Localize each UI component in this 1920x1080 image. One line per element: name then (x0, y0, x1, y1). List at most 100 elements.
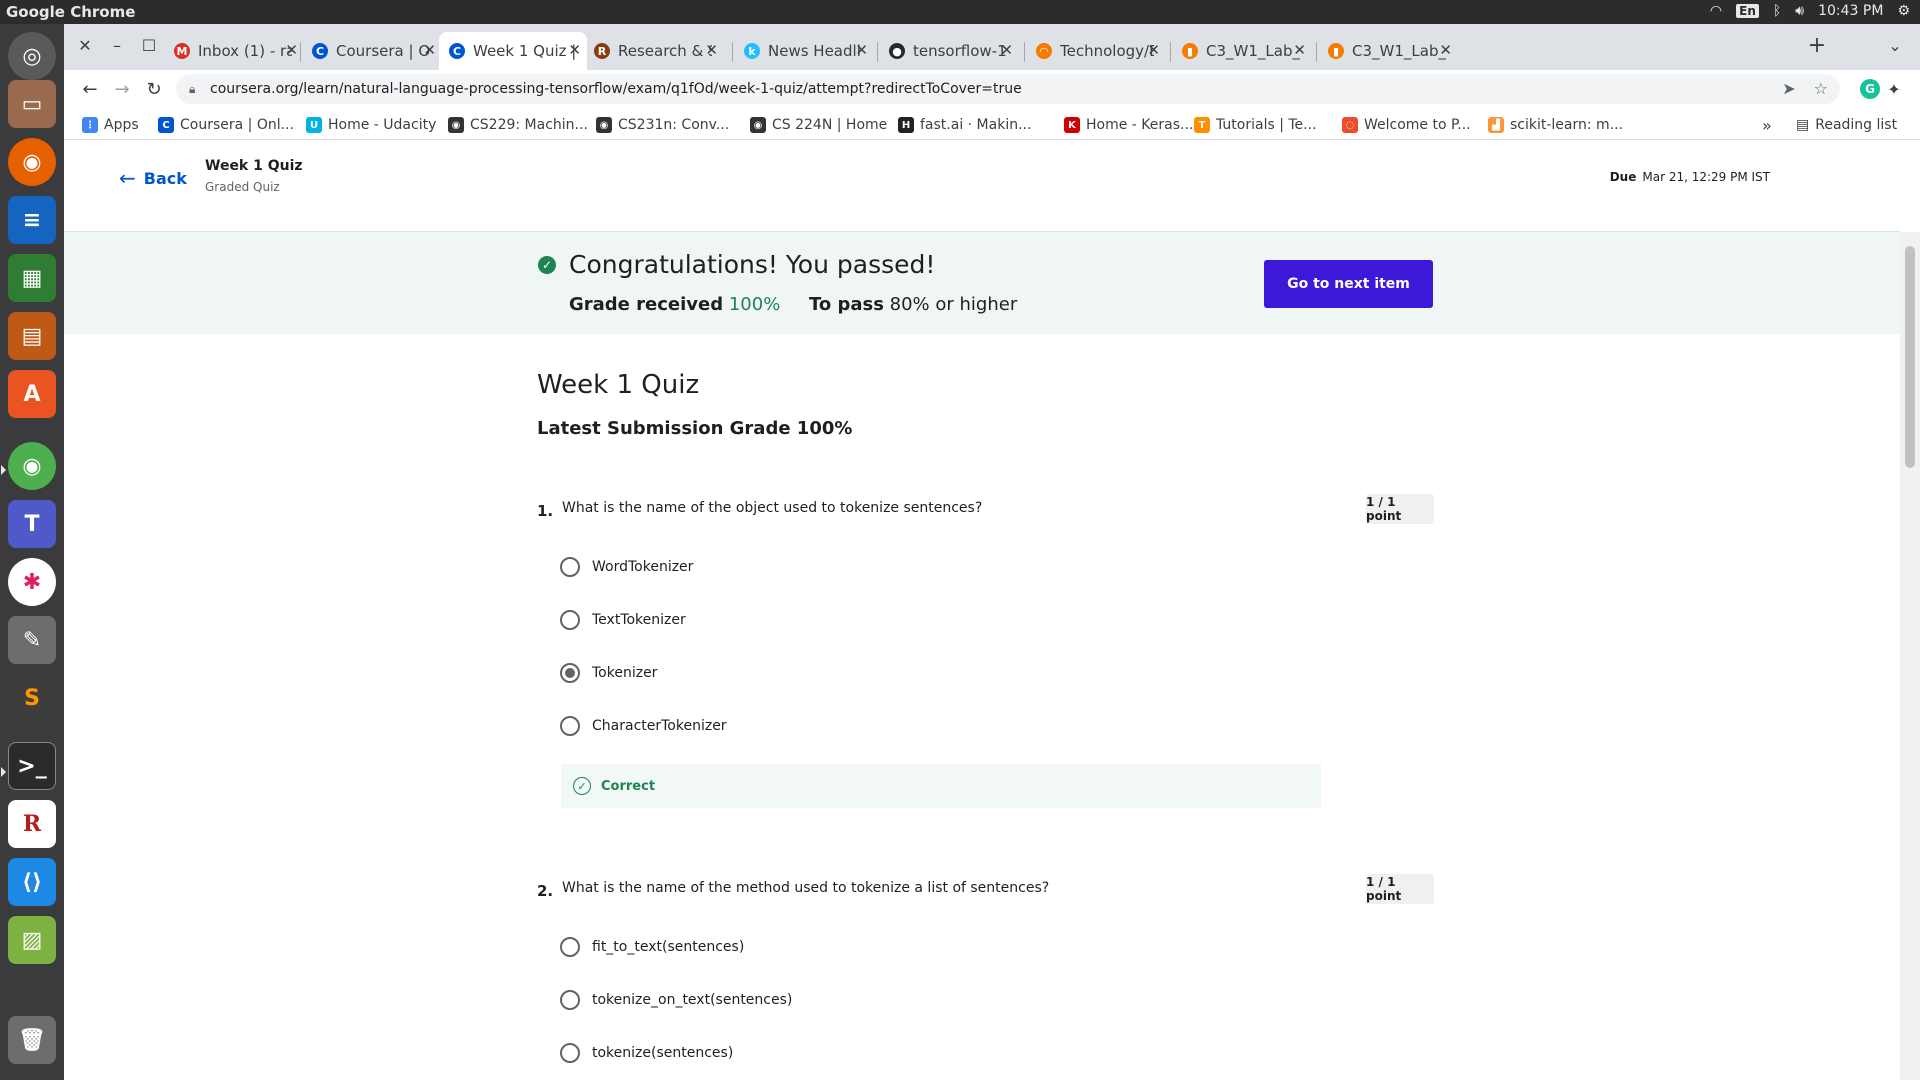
vscode-icon[interactable]: ⟨⟩ (8, 858, 56, 906)
teams-icon[interactable]: T (8, 500, 56, 548)
answer-option[interactable]: WordTokenizer (560, 556, 693, 578)
radio-button[interactable] (560, 937, 580, 957)
new-tab-icon[interactable]: + (1804, 32, 1830, 58)
tab-title: Technology/Deep (1060, 42, 1154, 60)
lock-icon[interactable]: 🔒︎ (189, 74, 195, 104)
slack-icon[interactable]: ✱ (8, 558, 56, 606)
system-tray[interactable]: ◠ En ᛒ 🔊︎ 10:43 PM ⚙ (1710, 3, 1910, 19)
close-tab-icon[interactable]: ✕ (285, 41, 298, 59)
radio-button[interactable] (560, 663, 580, 683)
system-settings-icon[interactable]: ◎ (8, 32, 56, 80)
vertical-scrollbar[interactable] (1900, 232, 1920, 1080)
tab[interactable]: M Inbox (1) - raianil✕ (164, 32, 304, 70)
bookmark-favicon-icon: ◉ (750, 117, 766, 133)
firefox-icon[interactable]: ◉ (8, 138, 56, 186)
answer-option[interactable]: Tokenizer (560, 662, 657, 684)
clock[interactable]: 10:43 PM (1818, 3, 1883, 19)
bookmark-item[interactable]: ◉ CS 224N | Home (750, 115, 887, 135)
tab-title: C3_W1_Lab_2_se (1352, 42, 1446, 60)
minimize-window-icon[interactable]: – (104, 32, 130, 58)
grammarly-icon[interactable]: G (1860, 79, 1880, 99)
notebook-icon: ▮ (1182, 43, 1198, 59)
answer-option[interactable]: fit_to_text(sentences) (560, 936, 744, 958)
sublime-text-icon[interactable]: S (8, 674, 56, 722)
answer-option[interactable]: CharacterTokenizer (560, 715, 727, 737)
bookmark-item[interactable]: U Home - Udacity (306, 115, 436, 135)
reload-icon[interactable]: ↻ (142, 77, 166, 101)
tab[interactable]: ▮ C3_W1_Lab_3_sa✕ (1172, 32, 1312, 70)
close-tab-icon[interactable]: ✕ (1439, 41, 1452, 59)
extensions-icon[interactable]: ✦ (1884, 79, 1904, 99)
kaggle-icon: k (744, 43, 760, 59)
bookmark-item[interactable]: T Tutorials | Te... (1194, 115, 1317, 135)
close-tab-icon[interactable]: ✕ (1293, 41, 1306, 59)
tab[interactable]: C Week 1 Quiz | Co✕ (439, 32, 587, 70)
tab[interactable]: ◠ Technology/Deep✕ (1026, 32, 1166, 70)
bookmark-item[interactable]: ⋮ Apps (82, 115, 139, 135)
bookmark-item[interactable]: K Home - Keras... (1064, 115, 1193, 135)
bookmark-item[interactable]: ▟ scikit-learn: m... (1488, 115, 1623, 135)
bookmark-star-icon[interactable]: ☆ (1814, 74, 1828, 104)
bluetooth-icon[interactable]: ᛒ (1773, 3, 1781, 19)
more-bookmarks-icon[interactable]: » (1762, 115, 1772, 135)
close-tab-icon[interactable]: ✕ (423, 41, 436, 59)
scroll-thumb[interactable] (1905, 246, 1915, 468)
back-nav-icon[interactable]: ← (78, 77, 102, 101)
address-bar[interactable]: 🔒︎ coursera.org/learn/natural-language-p… (176, 74, 1840, 104)
answer-option[interactable]: TextTokenizer (560, 609, 686, 631)
impress-icon[interactable]: ▤ (8, 312, 56, 360)
r-icon[interactable]: R (8, 800, 56, 848)
close-tab-icon[interactable]: ✕ (705, 41, 718, 59)
radio-button[interactable] (560, 610, 580, 630)
keyboard-layout[interactable]: En (1736, 4, 1759, 18)
option-label: tokenize(sentences) (592, 1045, 734, 1061)
answer-option[interactable]: tokenize_on_text(sentences) (560, 989, 792, 1011)
tab[interactable]: ▮ C3_W1_Lab_2_se✕ (1318, 32, 1458, 70)
software-center-icon[interactable]: A (8, 370, 56, 418)
notebook-icon: ▮ (1328, 43, 1344, 59)
radio-button[interactable] (560, 1043, 580, 1063)
reading-list[interactable]: ▤ Reading list (1796, 115, 1897, 135)
back-label: Back (143, 168, 187, 188)
calc-icon[interactable]: ▦ (8, 254, 56, 302)
close-tab-icon[interactable]: ✕ (1147, 41, 1160, 59)
go-to-next-item-button[interactable]: Go to next item (1264, 260, 1433, 308)
close-tab-icon[interactable]: ✕ (568, 41, 581, 59)
image-viewer-icon[interactable]: ▨ (8, 916, 56, 964)
tab[interactable]: R Research & Servi✕ (584, 32, 724, 70)
close-window-icon[interactable]: ✕ (72, 32, 98, 58)
points-badge: 1 / 1 point (1366, 494, 1434, 524)
send-icon[interactable]: ➤ (1782, 74, 1795, 104)
writer-icon[interactable]: ≡ (8, 196, 56, 244)
due-value: Mar 21, 12:29 PM IST (1642, 170, 1770, 184)
forward-nav-icon[interactable]: → (110, 77, 134, 101)
terminal-icon[interactable]: >_ (8, 742, 56, 790)
bookmark-item[interactable]: ◌ Welcome to P... (1342, 115, 1471, 135)
settings-icon[interactable]: ⚙ (1897, 3, 1910, 19)
bookmark-item[interactable]: C Coursera | Onl... (158, 115, 294, 135)
bookmark-label: Apps (104, 117, 139, 133)
trash-icon[interactable]: 🗑︎ (8, 1016, 56, 1064)
tab[interactable]: ● tensorflow-1-pub✕ (879, 32, 1019, 70)
tab[interactable]: k News Headlines✕ (734, 32, 874, 70)
close-tab-icon[interactable]: ✕ (855, 41, 868, 59)
files-icon[interactable]: ▭ (8, 80, 56, 128)
radio-button[interactable] (560, 557, 580, 577)
radio-button[interactable] (560, 990, 580, 1010)
tab[interactable]: C Coursera | Online✕ (302, 32, 442, 70)
bookmark-item[interactable]: Hfast.ai · Makin... (898, 115, 1031, 135)
wifi-icon[interactable]: ◠ (1710, 3, 1722, 19)
chrome-icon[interactable]: ◉ (8, 442, 56, 490)
volume-icon[interactable]: 🔊︎ (1795, 3, 1804, 19)
bookmark-item[interactable]: ◉ CS231n: Conv... (596, 115, 729, 135)
page-content: ← Back Week 1 Quiz Graded Quiz Due Mar 21… (64, 140, 1920, 1080)
back-link[interactable]: ← Back (119, 166, 187, 190)
answer-option[interactable]: tokenize(sentences) (560, 1042, 733, 1064)
text-editor-icon[interactable]: ✎ (8, 616, 56, 664)
tab-search-icon[interactable]: ⌄ (1882, 32, 1908, 58)
radio-button[interactable] (560, 716, 580, 736)
url-text[interactable]: coursera.org/learn/natural-language-proc… (210, 81, 1022, 97)
maximize-window-icon[interactable]: ☐ (136, 32, 162, 58)
close-tab-icon[interactable]: ✕ (1000, 41, 1013, 59)
bookmark-item[interactable]: ◉ CS229: Machin... (448, 115, 588, 135)
